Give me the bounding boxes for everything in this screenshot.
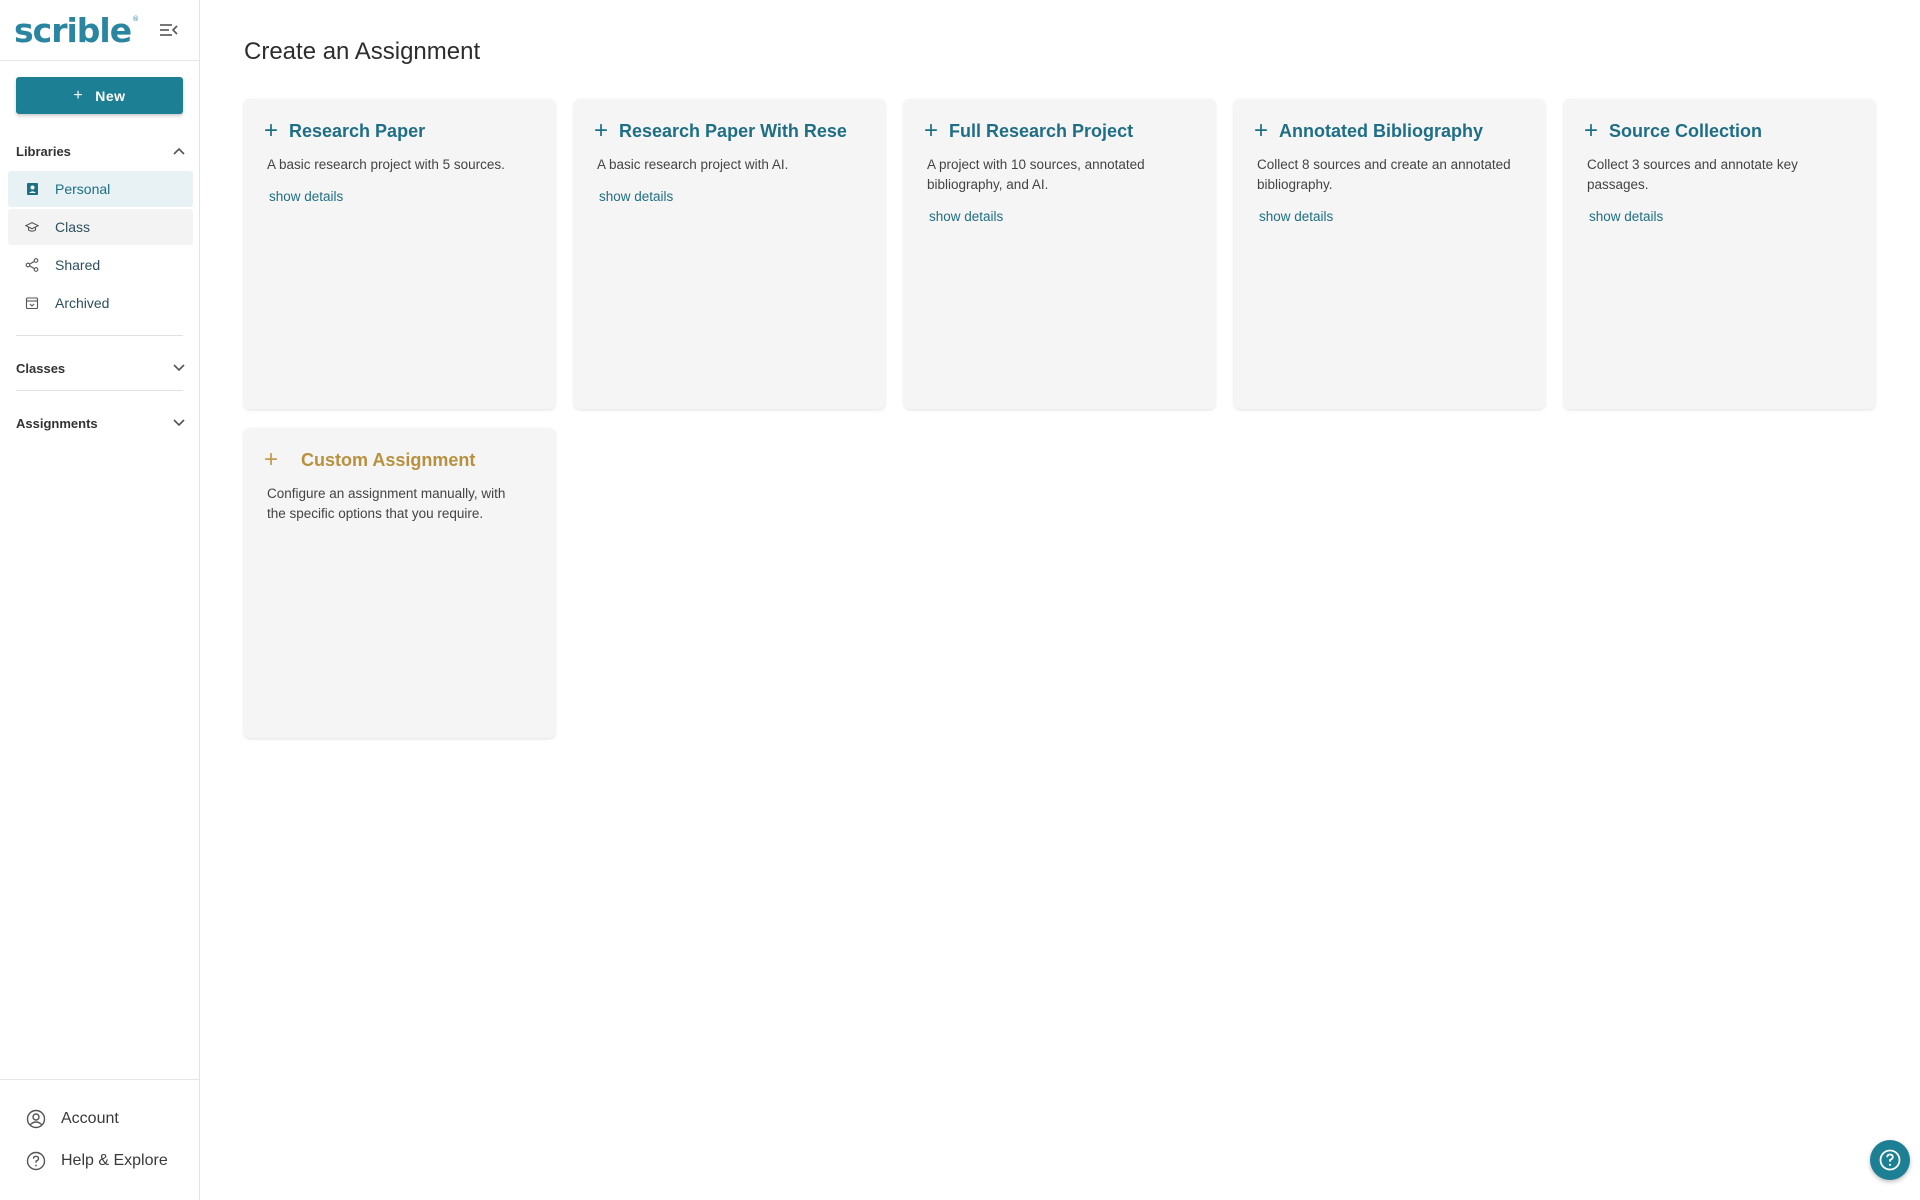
plus-icon: + <box>1584 117 1599 144</box>
sidebar: scrible ® + New Libraries Personal Class… <box>0 0 200 1200</box>
logo-text: scrible <box>14 10 132 50</box>
archive-icon <box>25 296 39 310</box>
card-header: + Research Paper With Rese <box>594 119 865 143</box>
help-chat-button[interactable] <box>1870 1140 1910 1180</box>
main-content: Create an Assignment + Research Paper A … <box>200 0 1920 1200</box>
card-description: Collect 3 sources and annotate key passa… <box>1587 157 1798 192</box>
classes-section-toggle[interactable]: Classes <box>0 358 199 378</box>
show-details-link[interactable]: show details <box>1589 209 1663 224</box>
scrible-logo[interactable]: scrible ® <box>14 10 139 50</box>
template-card-research-paper-ai[interactable]: + Research Paper With Rese A basic resea… <box>574 99 885 409</box>
libraries-label: Libraries <box>16 143 71 159</box>
sidebar-divider <box>16 335 183 336</box>
sidebar-item-shared[interactable]: Shared <box>8 247 193 283</box>
template-card-custom-assignment[interactable]: + Custom Assignment Configure an assignm… <box>244 428 555 738</box>
libraries-section-toggle[interactable]: Libraries <box>0 141 199 161</box>
sidebar-item-label: Shared <box>55 257 101 273</box>
plus-icon: + <box>594 117 609 144</box>
page-title: Create an Assignment <box>244 38 481 65</box>
card-description: A project with 10 sources, annotated bib… <box>927 157 1145 192</box>
card-description: A basic research project with AI. <box>597 157 789 172</box>
libraries-nav: Personal Class Shared Archived <box>0 171 199 323</box>
card-title: Source Collection <box>1609 120 1763 141</box>
card-header: + Source Collection <box>1584 119 1855 143</box>
template-card-research-paper[interactable]: + Research Paper A basic research projec… <box>244 99 555 409</box>
template-card-source-collection[interactable]: + Source Collection Collect 3 sources an… <box>1564 99 1875 409</box>
card-description: Configure an assignment manually, with t… <box>267 486 506 521</box>
card-title: Research Paper With Rese <box>619 120 847 141</box>
help-explore-label: Help & Explore <box>61 1152 168 1169</box>
assignments-section-toggle[interactable]: Assignments <box>0 413 199 433</box>
card-title: Custom Assignment <box>301 449 476 470</box>
sidebar-item-personal[interactable]: Personal <box>8 171 193 207</box>
share-icon <box>25 258 39 272</box>
card-header: + Full Research Project <box>924 119 1195 143</box>
help-icon <box>26 1151 46 1171</box>
card-header: + Research Paper <box>264 119 535 143</box>
sidebar-item-label: Archived <box>55 295 110 311</box>
logo-registered-mark: ® <box>132 14 139 23</box>
collapse-sidebar-icon[interactable] <box>157 18 181 42</box>
show-details-link[interactable]: show details <box>599 189 673 204</box>
card-description: A basic research project with 5 sources. <box>267 157 505 172</box>
card-header: + Annotated Bibliography <box>1254 119 1525 143</box>
template-card-annotated-bibliography[interactable]: + Annotated Bibliography Collect 8 sourc… <box>1234 99 1545 409</box>
chevron-down-icon <box>173 364 185 372</box>
show-details-link[interactable]: show details <box>929 209 1003 224</box>
card-title: Research Paper <box>289 120 426 141</box>
sidebar-item-label: Personal <box>55 181 111 197</box>
sidebar-footer: Account Help & Explore <box>0 1079 199 1200</box>
account-icon <box>26 1109 46 1129</box>
plus-icon: + <box>264 117 279 144</box>
card-description: Collect 8 sources and create an annotate… <box>1257 157 1511 192</box>
graduation-cap-icon <box>25 220 39 234</box>
new-button-label: New <box>95 87 126 104</box>
show-details-link[interactable]: show details <box>269 189 343 204</box>
template-card-full-research-project[interactable]: + Full Research Project A project with 1… <box>904 99 1215 409</box>
chevron-up-icon <box>173 147 185 155</box>
contact-book-icon <box>25 182 39 196</box>
sidebar-item-archived[interactable]: Archived <box>8 285 193 321</box>
show-details-link[interactable]: show details <box>1259 209 1333 224</box>
help-explore-link[interactable]: Help & Explore <box>0 1140 199 1182</box>
plus-icon: + <box>264 446 279 473</box>
card-title: Annotated Bibliography <box>1279 120 1483 141</box>
plus-icon: + <box>1254 117 1269 144</box>
plus-icon: + <box>73 86 84 104</box>
plus-icon: + <box>924 117 939 144</box>
assignment-template-grid: + Research Paper A basic research projec… <box>244 99 1920 738</box>
sidebar-item-class[interactable]: Class <box>8 209 193 245</box>
help-icon <box>1879 1149 1901 1171</box>
classes-label: Classes <box>16 360 66 376</box>
sidebar-divider <box>16 390 183 391</box>
brand-row: scrible ® <box>0 0 199 61</box>
card-header: + Custom Assignment <box>264 448 535 472</box>
new-button[interactable]: + New <box>16 77 183 114</box>
account-label: Account <box>61 1110 119 1127</box>
chevron-down-icon <box>173 419 185 427</box>
account-link[interactable]: Account <box>0 1098 199 1140</box>
sidebar-item-label: Class <box>55 219 91 235</box>
assignments-label: Assignments <box>16 415 98 431</box>
card-title: Full Research Project <box>949 120 1134 141</box>
